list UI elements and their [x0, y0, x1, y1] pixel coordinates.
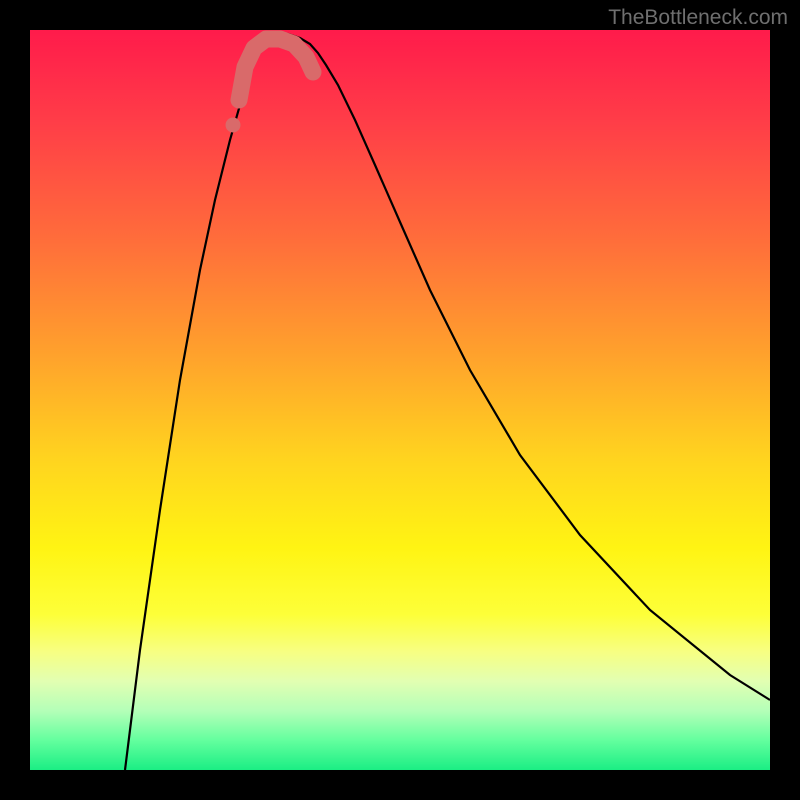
salmon-marker-path	[239, 39, 313, 100]
chart-frame: TheBottleneck.com	[0, 0, 800, 800]
plot-area	[30, 30, 770, 770]
salmon-marker-dot	[226, 118, 241, 133]
watermark-text: TheBottleneck.com	[608, 6, 788, 30]
bottleneck-curve	[125, 34, 770, 770]
curve-svg	[30, 30, 770, 770]
